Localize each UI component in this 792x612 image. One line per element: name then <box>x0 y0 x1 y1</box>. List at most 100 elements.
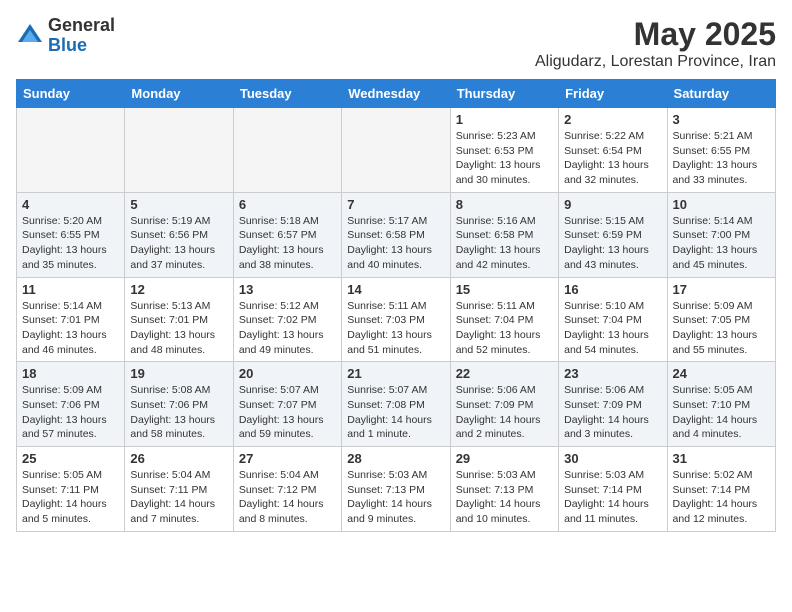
calendar-cell: 27 Sunrise: 5:04 AM Sunset: 7:12 PM Dayli… <box>233 447 341 532</box>
calendar-week-row: 1 Sunrise: 5:23 AM Sunset: 6:53 PM Daylig… <box>17 108 776 193</box>
day-number: 7 <box>347 197 444 212</box>
day-info: Sunrise: 5:10 AM Sunset: 7:04 PM Dayligh… <box>564 299 661 358</box>
calendar-cell: 6 Sunrise: 5:18 AM Sunset: 6:57 PM Daylig… <box>233 192 341 277</box>
title-block: May 2025 Aligudarz, Lorestan Province, I… <box>535 16 776 71</box>
day-info: Sunrise: 5:11 AM Sunset: 7:04 PM Dayligh… <box>456 299 553 358</box>
day-number: 4 <box>22 197 119 212</box>
day-info: Sunrise: 5:15 AM Sunset: 6:59 PM Dayligh… <box>564 214 661 273</box>
calendar-cell: 2Sunrise: 5:22 AM Sunset: 6:54 PM Daylig… <box>559 108 667 193</box>
calendar-week-row: 18 Sunrise: 5:09 AM Sunset: 7:06 PM Dayli… <box>17 362 776 447</box>
day-number: 20 <box>239 366 336 381</box>
day-info: Sunrise: 5:20 AM Sunset: 6:55 PM Dayligh… <box>22 214 119 273</box>
calendar-cell: 29Sunrise: 5:03 AM Sunset: 7:13 PM Dayli… <box>450 447 558 532</box>
day-number: 8 <box>456 197 553 212</box>
calendar-cell: 31 Sunrise: 5:02 AM Sunset: 7:14 PM Dayli… <box>667 447 775 532</box>
calendar-cell: 17Sunrise: 5:09 AM Sunset: 7:05 PM Dayli… <box>667 277 775 362</box>
calendar-cell: 12Sunrise: 5:13 AM Sunset: 7:01 PM Dayli… <box>125 277 233 362</box>
calendar-cell: 20 Sunrise: 5:07 AM Sunset: 7:07 PM Dayli… <box>233 362 341 447</box>
day-info: Sunrise: 5:21 AM Sunset: 6:55 PM Dayligh… <box>673 129 770 188</box>
calendar-cell: 10Sunrise: 5:14 AM Sunset: 7:00 PM Dayli… <box>667 192 775 277</box>
calendar-cell: 28 Sunrise: 5:03 AM Sunset: 7:13 PM Dayli… <box>342 447 450 532</box>
calendar-cell <box>233 108 341 193</box>
day-number: 19 <box>130 366 227 381</box>
day-info: Sunrise: 5:04 AM Sunset: 7:12 PM Dayligh… <box>239 468 336 527</box>
calendar-cell <box>17 108 125 193</box>
day-info: Sunrise: 5:17 AM Sunset: 6:58 PM Dayligh… <box>347 214 444 273</box>
weekday-header: Saturday <box>667 80 775 108</box>
calendar-cell: 15Sunrise: 5:11 AM Sunset: 7:04 PM Dayli… <box>450 277 558 362</box>
logo: General Blue <box>16 16 115 56</box>
day-info: Sunrise: 5:02 AM Sunset: 7:14 PM Dayligh… <box>673 468 770 527</box>
day-info: Sunrise: 5:04 AM Sunset: 7:11 PM Dayligh… <box>130 468 227 527</box>
calendar-cell: 14 Sunrise: 5:11 AM Sunset: 7:03 PM Dayli… <box>342 277 450 362</box>
day-number: 9 <box>564 197 661 212</box>
day-info: Sunrise: 5:08 AM Sunset: 7:06 PM Dayligh… <box>130 383 227 442</box>
day-info: Sunrise: 5:06 AM Sunset: 7:09 PM Dayligh… <box>564 383 661 442</box>
day-info: Sunrise: 5:12 AM Sunset: 7:02 PM Dayligh… <box>239 299 336 358</box>
month-title: May 2025 <box>535 16 776 53</box>
day-info: Sunrise: 5:03 AM Sunset: 7:13 PM Dayligh… <box>347 468 444 527</box>
day-number: 14 <box>347 282 444 297</box>
day-number: 6 <box>239 197 336 212</box>
day-info: Sunrise: 5:06 AM Sunset: 7:09 PM Dayligh… <box>456 383 553 442</box>
day-number: 10 <box>673 197 770 212</box>
day-info: Sunrise: 5:07 AM Sunset: 7:08 PM Dayligh… <box>347 383 444 442</box>
calendar-cell: 1 Sunrise: 5:23 AM Sunset: 6:53 PM Daylig… <box>450 108 558 193</box>
calendar-cell: 25Sunrise: 5:05 AM Sunset: 7:11 PM Dayli… <box>17 447 125 532</box>
day-number: 12 <box>130 282 227 297</box>
day-info: Sunrise: 5:03 AM Sunset: 7:13 PM Dayligh… <box>456 468 553 527</box>
calendar-cell: 26 Sunrise: 5:04 AM Sunset: 7:11 PM Dayli… <box>125 447 233 532</box>
day-number: 25 <box>22 451 119 466</box>
day-info: Sunrise: 5:03 AM Sunset: 7:14 PM Dayligh… <box>564 468 661 527</box>
calendar-cell: 19 Sunrise: 5:08 AM Sunset: 7:06 PM Dayli… <box>125 362 233 447</box>
day-number: 1 <box>456 112 553 127</box>
calendar-cell: 24 Sunrise: 5:05 AM Sunset: 7:10 PM Dayli… <box>667 362 775 447</box>
day-number: 18 <box>22 366 119 381</box>
day-info: Sunrise: 5:18 AM Sunset: 6:57 PM Dayligh… <box>239 214 336 273</box>
calendar-cell: 13Sunrise: 5:12 AM Sunset: 7:02 PM Dayli… <box>233 277 341 362</box>
weekday-header: Tuesday <box>233 80 341 108</box>
calendar-cell: 4 Sunrise: 5:20 AM Sunset: 6:55 PM Daylig… <box>17 192 125 277</box>
weekday-header: Thursday <box>450 80 558 108</box>
day-number: 30 <box>564 451 661 466</box>
calendar-cell: 21Sunrise: 5:07 AM Sunset: 7:08 PM Dayli… <box>342 362 450 447</box>
day-info: Sunrise: 5:11 AM Sunset: 7:03 PM Dayligh… <box>347 299 444 358</box>
day-number: 5 <box>130 197 227 212</box>
calendar-cell: 7 Sunrise: 5:17 AM Sunset: 6:58 PM Daylig… <box>342 192 450 277</box>
day-number: 24 <box>673 366 770 381</box>
calendar-cell: 9 Sunrise: 5:15 AM Sunset: 6:59 PM Daylig… <box>559 192 667 277</box>
day-number: 17 <box>673 282 770 297</box>
weekday-header: Wednesday <box>342 80 450 108</box>
day-number: 27 <box>239 451 336 466</box>
day-info: Sunrise: 5:19 AM Sunset: 6:56 PM Dayligh… <box>130 214 227 273</box>
day-info: Sunrise: 5:23 AM Sunset: 6:53 PM Dayligh… <box>456 129 553 188</box>
calendar-cell: 8Sunrise: 5:16 AM Sunset: 6:58 PM Daylig… <box>450 192 558 277</box>
day-info: Sunrise: 5:14 AM Sunset: 7:01 PM Dayligh… <box>22 299 119 358</box>
day-info: Sunrise: 5:22 AM Sunset: 6:54 PM Dayligh… <box>564 129 661 188</box>
day-number: 16 <box>564 282 661 297</box>
calendar-cell: 30 Sunrise: 5:03 AM Sunset: 7:14 PM Dayli… <box>559 447 667 532</box>
calendar-cell: 16 Sunrise: 5:10 AM Sunset: 7:04 PM Dayli… <box>559 277 667 362</box>
weekday-header: Sunday <box>17 80 125 108</box>
day-number: 28 <box>347 451 444 466</box>
logo-general-label: General <box>48 16 115 36</box>
weekday-header: Friday <box>559 80 667 108</box>
day-info: Sunrise: 5:09 AM Sunset: 7:06 PM Dayligh… <box>22 383 119 442</box>
weekday-header: Monday <box>125 80 233 108</box>
calendar-cell: 23 Sunrise: 5:06 AM Sunset: 7:09 PM Dayli… <box>559 362 667 447</box>
day-number: 22 <box>456 366 553 381</box>
page-header: General Blue May 2025 Aligudarz, Loresta… <box>16 16 776 71</box>
calendar-cell: 22 Sunrise: 5:06 AM Sunset: 7:09 PM Dayli… <box>450 362 558 447</box>
day-info: Sunrise: 5:05 AM Sunset: 7:10 PM Dayligh… <box>673 383 770 442</box>
day-info: Sunrise: 5:07 AM Sunset: 7:07 PM Dayligh… <box>239 383 336 442</box>
calendar-cell <box>342 108 450 193</box>
calendar-cell: 5 Sunrise: 5:19 AM Sunset: 6:56 PM Daylig… <box>125 192 233 277</box>
day-number: 3 <box>673 112 770 127</box>
day-number: 26 <box>130 451 227 466</box>
day-number: 11 <box>22 282 119 297</box>
calendar-cell: 11 Sunrise: 5:14 AM Sunset: 7:01 PM Dayli… <box>17 277 125 362</box>
day-number: 31 <box>673 451 770 466</box>
logo-icon <box>16 22 44 50</box>
calendar-week-row: 4 Sunrise: 5:20 AM Sunset: 6:55 PM Daylig… <box>17 192 776 277</box>
day-number: 23 <box>564 366 661 381</box>
